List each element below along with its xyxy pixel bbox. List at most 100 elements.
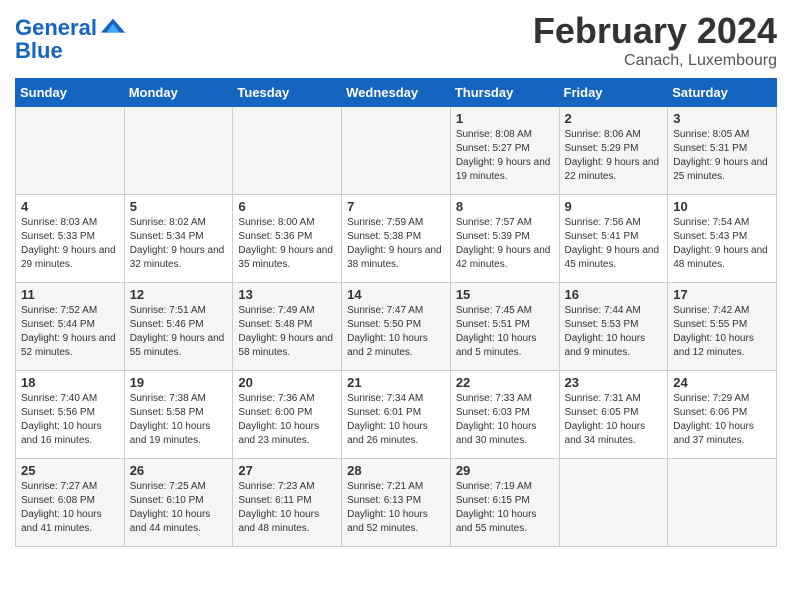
day-info: Sunrise: 7:33 AM Sunset: 6:03 PM Dayligh… <box>456 392 554 448</box>
week-row-2: 4 Sunrise: 8:03 AM Sunset: 5:33 PM Daylig… <box>16 195 777 283</box>
day-number: 21 <box>347 375 445 390</box>
calendar-cell: 9 Sunrise: 7:56 AM Sunset: 5:41 PM Daylig… <box>559 195 668 283</box>
calendar-cell: 7 Sunrise: 7:59 AM Sunset: 5:38 PM Daylig… <box>342 195 451 283</box>
calendar-header-row: SundayMondayTuesdayWednesdayThursdayFrid… <box>16 79 777 107</box>
day-number: 6 <box>238 199 336 214</box>
week-row-5: 25 Sunrise: 7:27 AM Sunset: 6:08 PM Dayli… <box>16 459 777 547</box>
title-block: February 2024 Canach, Luxembourg <box>533 10 777 70</box>
calendar-cell: 14 Sunrise: 7:47 AM Sunset: 5:50 PM Dayli… <box>342 283 451 371</box>
day-number: 5 <box>130 199 228 214</box>
calendar-cell: 4 Sunrise: 8:03 AM Sunset: 5:33 PM Daylig… <box>16 195 125 283</box>
day-info: Sunrise: 7:34 AM Sunset: 6:01 PM Dayligh… <box>347 392 445 448</box>
day-info: Sunrise: 8:03 AM Sunset: 5:33 PM Dayligh… <box>21 216 119 272</box>
day-info: Sunrise: 7:19 AM Sunset: 6:15 PM Dayligh… <box>456 480 554 536</box>
calendar-cell: 3Sunrise: 8:05 AM Sunset: 5:31 PM Daylig… <box>668 107 777 195</box>
day-number: 27 <box>238 463 336 478</box>
day-number: 22 <box>456 375 554 390</box>
calendar-cell: 28 Sunrise: 7:21 AM Sunset: 6:13 PM Dayli… <box>342 459 451 547</box>
day-info: Sunrise: 7:29 AM Sunset: 6:06 PM Dayligh… <box>673 392 771 448</box>
calendar-cell: 1Sunrise: 8:08 AM Sunset: 5:27 PM Daylig… <box>450 107 559 195</box>
calendar-cell: 8Sunrise: 7:57 AM Sunset: 5:39 PM Daylig… <box>450 195 559 283</box>
day-info: Sunrise: 7:27 AM Sunset: 6:08 PM Dayligh… <box>21 480 119 536</box>
day-number: 25 <box>21 463 119 478</box>
day-number: 9 <box>565 199 663 214</box>
page-header: General Blue February 2024 Canach, Luxem… <box>15 10 777 70</box>
day-info: Sunrise: 7:36 AM Sunset: 6:00 PM Dayligh… <box>238 392 336 448</box>
calendar-cell: 11 Sunrise: 7:52 AM Sunset: 5:44 PM Dayli… <box>16 283 125 371</box>
calendar-cell <box>124 107 233 195</box>
month-title: February 2024 <box>533 10 777 52</box>
day-number: 4 <box>21 199 119 214</box>
day-info: Sunrise: 7:23 AM Sunset: 6:11 PM Dayligh… <box>238 480 336 536</box>
day-number: 10 <box>673 199 771 214</box>
day-number: 29 <box>456 463 554 478</box>
day-number: 11 <box>21 287 119 302</box>
day-number: 17 <box>673 287 771 302</box>
calendar-cell: 10 Sunrise: 7:54 AM Sunset: 5:43 PM Dayli… <box>668 195 777 283</box>
day-number: 26 <box>130 463 228 478</box>
calendar-cell: 26 Sunrise: 7:25 AM Sunset: 6:10 PM Dayli… <box>124 459 233 547</box>
calendar-cell: 19 Sunrise: 7:38 AM Sunset: 5:58 PM Dayli… <box>124 371 233 459</box>
location: Canach, Luxembourg <box>533 52 777 70</box>
day-number: 2 <box>565 111 663 126</box>
calendar-cell: 24 Sunrise: 7:29 AM Sunset: 6:06 PM Dayli… <box>668 371 777 459</box>
day-number: 19 <box>130 375 228 390</box>
calendar-cell <box>233 107 342 195</box>
week-row-4: 18Sunrise: 7:40 AM Sunset: 5:56 PM Dayli… <box>16 371 777 459</box>
day-number: 24 <box>673 375 771 390</box>
day-number: 28 <box>347 463 445 478</box>
day-number: 8 <box>456 199 554 214</box>
day-info: Sunrise: 8:02 AM Sunset: 5:34 PM Dayligh… <box>130 216 228 272</box>
day-info: Sunrise: 7:47 AM Sunset: 5:50 PM Dayligh… <box>347 304 445 360</box>
day-number: 12 <box>130 287 228 302</box>
day-info: Sunrise: 7:25 AM Sunset: 6:10 PM Dayligh… <box>130 480 228 536</box>
col-header-sunday: Sunday <box>16 79 125 107</box>
day-info: Sunrise: 7:42 AM Sunset: 5:55 PM Dayligh… <box>673 304 771 360</box>
calendar-cell <box>668 459 777 547</box>
col-header-monday: Monday <box>124 79 233 107</box>
day-info: Sunrise: 8:00 AM Sunset: 5:36 PM Dayligh… <box>238 216 336 272</box>
calendar-cell: 22 Sunrise: 7:33 AM Sunset: 6:03 PM Dayli… <box>450 371 559 459</box>
day-number: 1 <box>456 111 554 126</box>
day-info: Sunrise: 7:59 AM Sunset: 5:38 PM Dayligh… <box>347 216 445 272</box>
logo-icon <box>99 14 127 42</box>
day-number: 18 <box>21 375 119 390</box>
calendar-cell: 23Sunrise: 7:31 AM Sunset: 6:05 PM Dayli… <box>559 371 668 459</box>
day-info: Sunrise: 7:31 AM Sunset: 6:05 PM Dayligh… <box>565 392 663 448</box>
week-row-1: 1Sunrise: 8:08 AM Sunset: 5:27 PM Daylig… <box>16 107 777 195</box>
day-info: Sunrise: 7:54 AM Sunset: 5:43 PM Dayligh… <box>673 216 771 272</box>
col-header-wednesday: Wednesday <box>342 79 451 107</box>
day-number: 13 <box>238 287 336 302</box>
day-info: Sunrise: 7:21 AM Sunset: 6:13 PM Dayligh… <box>347 480 445 536</box>
calendar-cell: 25 Sunrise: 7:27 AM Sunset: 6:08 PM Dayli… <box>16 459 125 547</box>
calendar-cell: 21 Sunrise: 7:34 AM Sunset: 6:01 PM Dayli… <box>342 371 451 459</box>
day-number: 14 <box>347 287 445 302</box>
calendar-cell <box>16 107 125 195</box>
col-header-tuesday: Tuesday <box>233 79 342 107</box>
calendar-cell: 27 Sunrise: 7:23 AM Sunset: 6:11 PM Dayli… <box>233 459 342 547</box>
calendar-cell: 15 Sunrise: 7:45 AM Sunset: 5:51 PM Dayli… <box>450 283 559 371</box>
day-number: 7 <box>347 199 445 214</box>
calendar-cell: 6 Sunrise: 8:00 AM Sunset: 5:36 PM Daylig… <box>233 195 342 283</box>
col-header-friday: Friday <box>559 79 668 107</box>
calendar-cell: 20Sunrise: 7:36 AM Sunset: 6:00 PM Dayli… <box>233 371 342 459</box>
day-info: Sunrise: 7:51 AM Sunset: 5:46 PM Dayligh… <box>130 304 228 360</box>
day-info: Sunrise: 7:45 AM Sunset: 5:51 PM Dayligh… <box>456 304 554 360</box>
col-header-saturday: Saturday <box>668 79 777 107</box>
calendar-cell: 29 Sunrise: 7:19 AM Sunset: 6:15 PM Dayli… <box>450 459 559 547</box>
day-info: Sunrise: 7:38 AM Sunset: 5:58 PM Dayligh… <box>130 392 228 448</box>
day-info: Sunrise: 7:56 AM Sunset: 5:41 PM Dayligh… <box>565 216 663 272</box>
day-number: 16 <box>565 287 663 302</box>
day-number: 15 <box>456 287 554 302</box>
calendar-cell: 16 Sunrise: 7:44 AM Sunset: 5:53 PM Dayli… <box>559 283 668 371</box>
day-info: Sunrise: 7:52 AM Sunset: 5:44 PM Dayligh… <box>21 304 119 360</box>
calendar-cell: 2Sunrise: 8:06 AM Sunset: 5:29 PM Daylig… <box>559 107 668 195</box>
col-header-thursday: Thursday <box>450 79 559 107</box>
calendar-cell: 12 Sunrise: 7:51 AM Sunset: 5:46 PM Dayli… <box>124 283 233 371</box>
day-info: Sunrise: 7:44 AM Sunset: 5:53 PM Dayligh… <box>565 304 663 360</box>
calendar-cell <box>342 107 451 195</box>
day-info: Sunrise: 8:05 AM Sunset: 5:31 PM Dayligh… <box>673 128 771 184</box>
calendar-cell <box>559 459 668 547</box>
day-info: Sunrise: 7:49 AM Sunset: 5:48 PM Dayligh… <box>238 304 336 360</box>
calendar-cell: 5 Sunrise: 8:02 AM Sunset: 5:34 PM Daylig… <box>124 195 233 283</box>
